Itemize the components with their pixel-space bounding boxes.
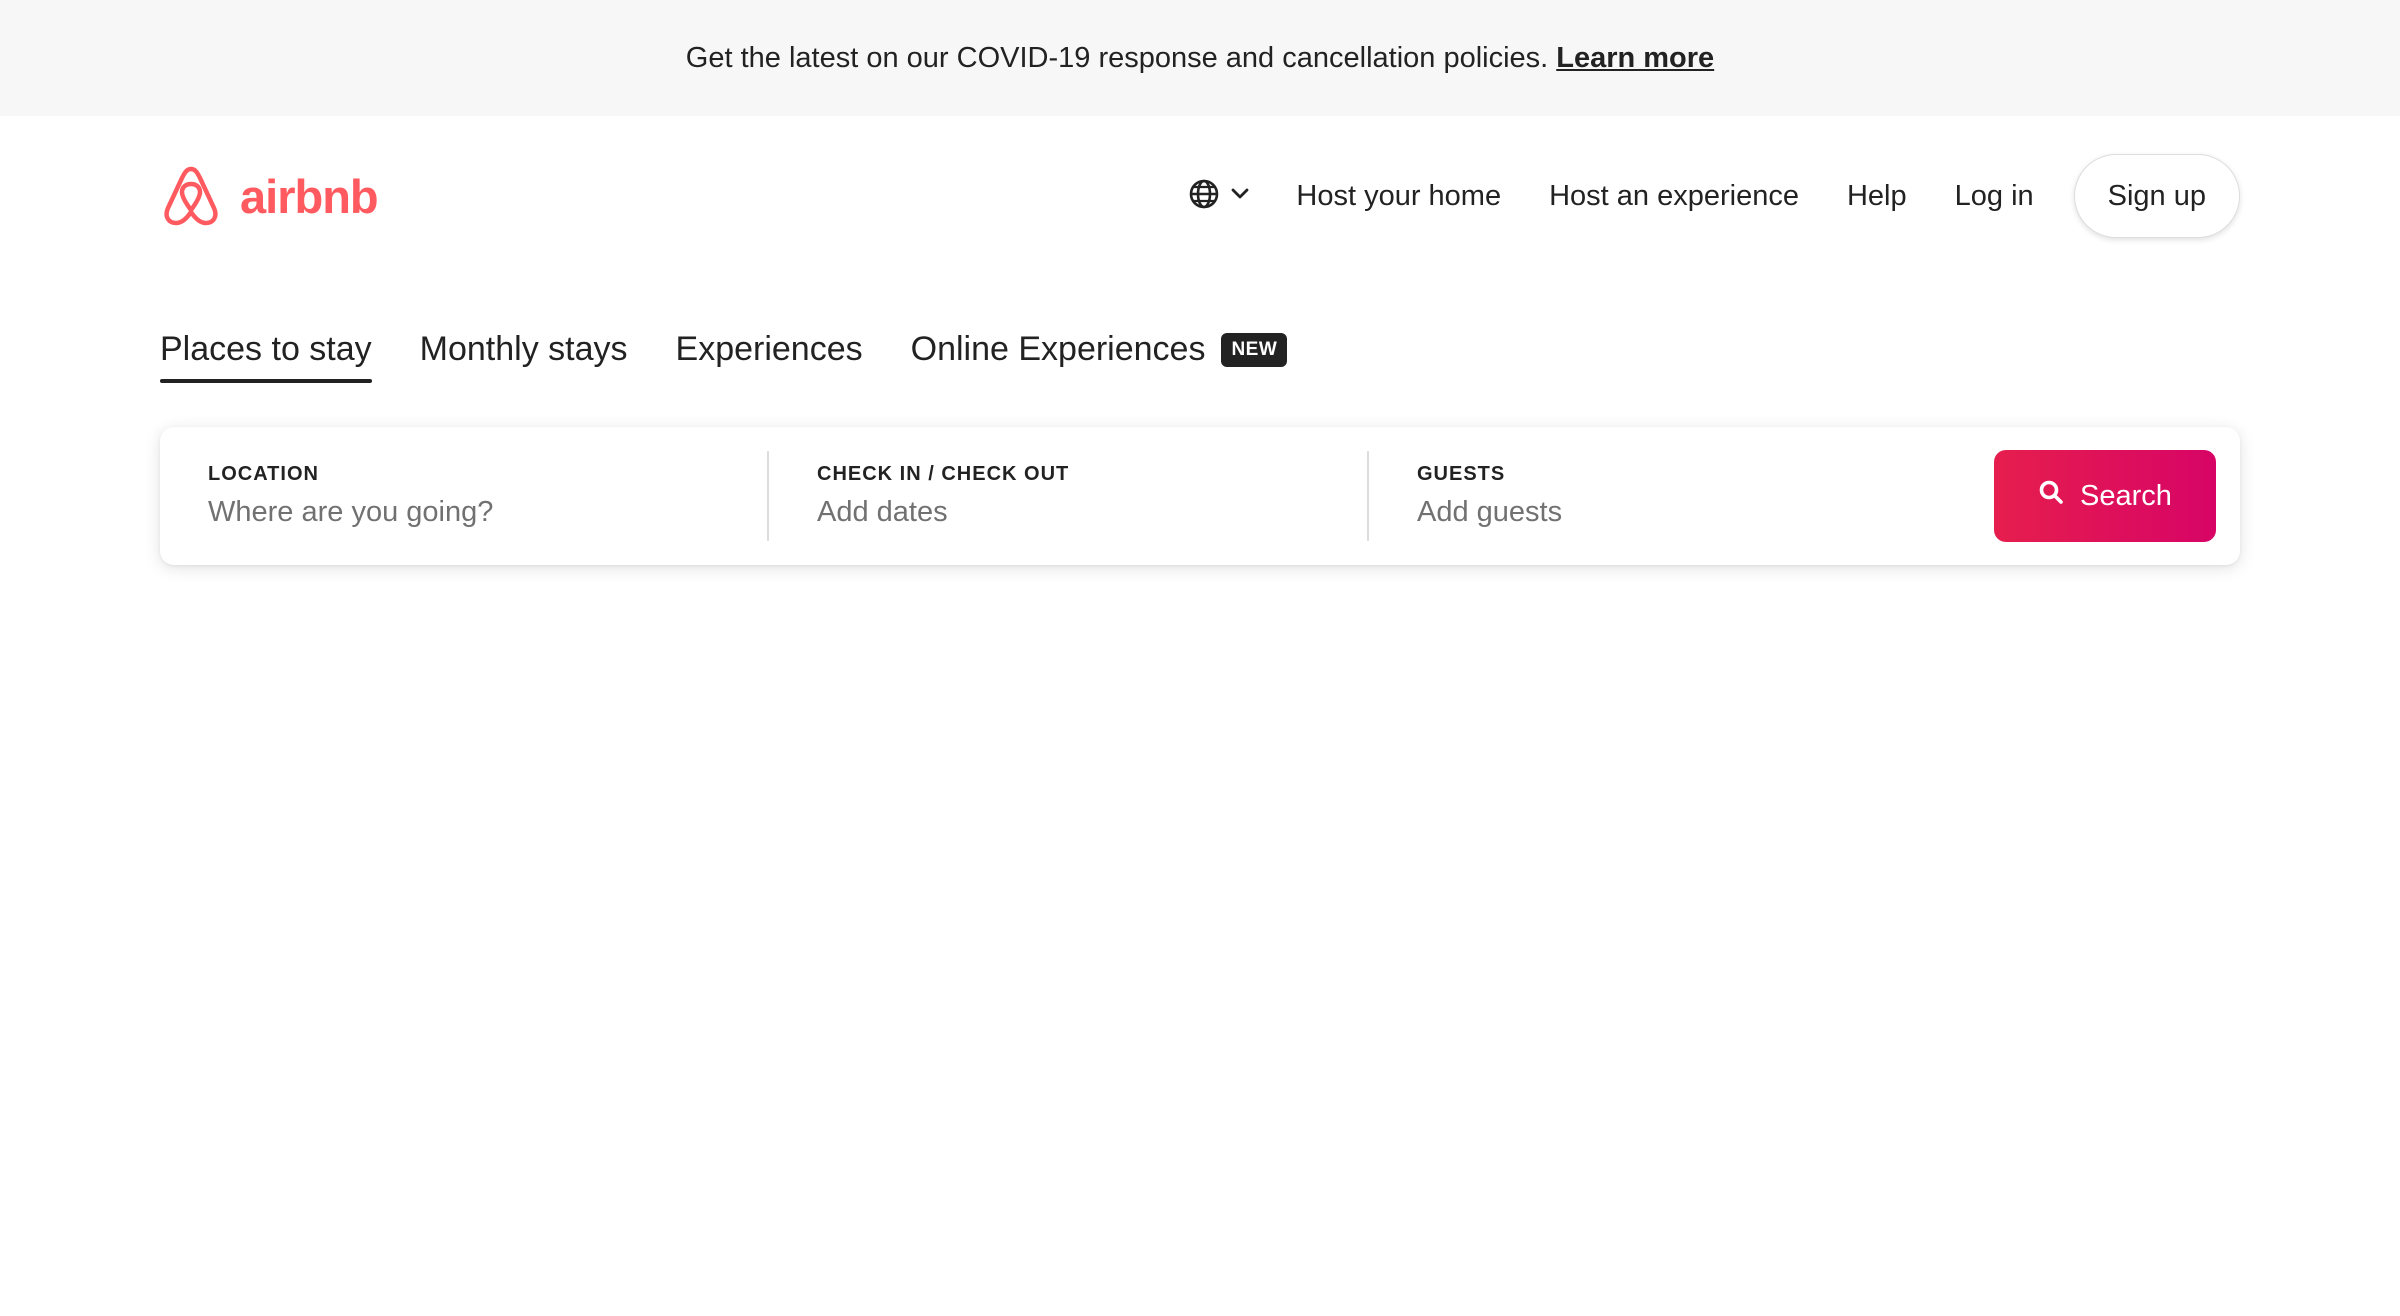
logo-wordmark: airbnb — [240, 169, 379, 223]
tab-label: Places to stay — [160, 330, 372, 368]
log-in-link[interactable]: Log in — [1955, 180, 2034, 213]
search-bar: LOCATION CHECK IN / CHECK OUT GUESTS Sea… — [160, 427, 2240, 565]
search-button[interactable]: Search — [1994, 450, 2216, 542]
host-your-home-link[interactable]: Host your home — [1296, 180, 1501, 213]
learn-more-link[interactable]: Learn more — [1556, 42, 1714, 75]
guests-input[interactable] — [1417, 496, 1938, 529]
tab-label: Monthly stays — [419, 330, 628, 368]
search-button-label: Search — [2080, 479, 2172, 512]
globe-icon — [1188, 178, 1220, 215]
new-badge: NEW — [1221, 332, 1288, 367]
airbnb-belo-icon — [160, 161, 222, 232]
tab-label: Online Experiences — [910, 330, 1206, 368]
dates-input[interactable] — [817, 496, 1312, 529]
tab-monthly-stays[interactable]: Monthly stays — [420, 330, 628, 383]
tab-online-experiences[interactable]: Online Experiences NEW — [911, 330, 1288, 383]
help-link[interactable]: Help — [1847, 180, 1907, 213]
chevron-down-icon — [1230, 187, 1250, 206]
location-field[interactable]: LOCATION — [160, 451, 767, 541]
guests-field[interactable]: GUESTS — [1367, 451, 1995, 541]
airbnb-logo[interactable]: airbnb — [160, 161, 379, 232]
dates-label: CHECK IN / CHECK OUT — [817, 463, 1070, 485]
location-input[interactable] — [208, 496, 712, 529]
location-label: LOCATION — [208, 463, 319, 485]
guests-label: GUESTS — [1417, 463, 1506, 485]
tab-label: Experiences — [675, 330, 863, 368]
sign-up-button[interactable]: Sign up — [2073, 154, 2240, 238]
dates-field[interactable]: CHECK IN / CHECK OUT — [767, 451, 1367, 541]
search-tabs: Places to stay Monthly stays Experiences… — [160, 330, 1335, 394]
tab-experiences[interactable]: Experiences — [676, 330, 863, 383]
top-nav: Host your home Host an experience Help L… — [1188, 154, 2240, 238]
tab-places-to-stay[interactable]: Places to stay — [160, 330, 372, 383]
banner-text: Get the latest on our COVID-19 response … — [685, 41, 1549, 74]
language-selector[interactable] — [1188, 178, 1250, 215]
search-icon — [2038, 479, 2064, 513]
covid-banner: Get the latest on our COVID-19 response … — [0, 0, 2400, 116]
host-an-experience-link[interactable]: Host an experience — [1549, 180, 1799, 213]
